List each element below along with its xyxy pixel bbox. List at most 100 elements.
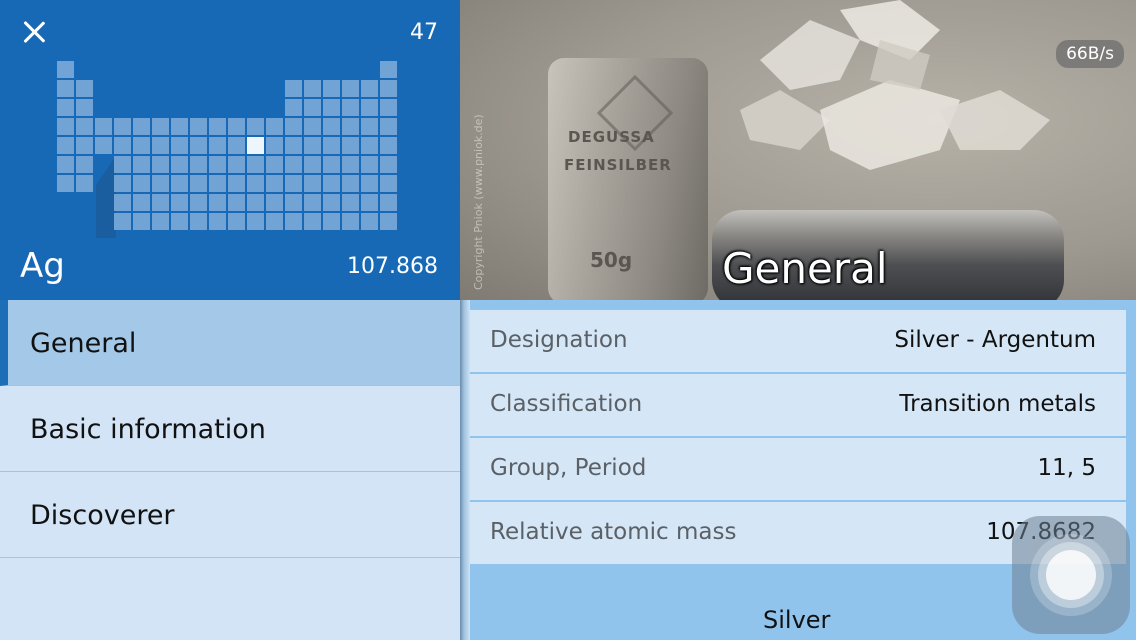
element-cell xyxy=(247,175,264,192)
element-photo: DEGUSSA FEINSILBER 50g Copyright Pniok (… xyxy=(460,0,1136,300)
element-cell xyxy=(380,80,397,97)
photo-copyright: Copyright Pniok (www.pniok.de) xyxy=(472,114,485,290)
element-cell xyxy=(323,194,340,211)
element-cell xyxy=(361,194,378,211)
element-header: 47 Ag 107.868 xyxy=(0,0,460,300)
detail-value: Transition metals xyxy=(899,391,1096,417)
element-cell xyxy=(133,213,150,230)
element-cell xyxy=(228,213,245,230)
element-name: Silver xyxy=(763,606,831,634)
element-cell xyxy=(209,194,226,211)
element-cell xyxy=(247,156,264,173)
element-cell xyxy=(190,118,207,135)
element-cell xyxy=(114,137,131,154)
detail-row-group-period: Group, Period 11, 5 xyxy=(470,438,1126,500)
element-cell xyxy=(285,99,302,116)
silver-crystals xyxy=(740,0,1050,170)
element-cell xyxy=(380,99,397,116)
close-icon[interactable] xyxy=(18,16,50,48)
element-cell xyxy=(285,137,302,154)
element-cell xyxy=(342,213,359,230)
element-cell xyxy=(171,194,188,211)
element-cell xyxy=(114,175,131,192)
element-cell xyxy=(171,137,188,154)
element-cell xyxy=(323,156,340,173)
atomic-weight: 107.868 xyxy=(347,254,438,279)
element-cell xyxy=(114,213,131,230)
element-cell xyxy=(342,118,359,135)
element-cell xyxy=(76,80,93,97)
element-cell xyxy=(133,118,150,135)
element-cell xyxy=(342,80,359,97)
element-cell xyxy=(228,118,245,135)
element-cell xyxy=(152,194,169,211)
element-cell xyxy=(171,156,188,173)
element-cell xyxy=(361,213,378,230)
element-cell xyxy=(190,137,207,154)
element-cell xyxy=(361,156,378,173)
detail-value: 11, 5 xyxy=(1037,455,1096,481)
menu-item-discoverer[interactable]: Discoverer xyxy=(0,472,460,558)
menu-item-label: Discoverer xyxy=(30,500,175,531)
element-cell xyxy=(342,156,359,173)
section-title: General xyxy=(722,244,888,293)
element-cell xyxy=(57,61,74,78)
menu-item-basic-information[interactable]: Basic information xyxy=(0,386,460,472)
element-cell xyxy=(209,137,226,154)
detail-label: Group, Period xyxy=(490,455,647,481)
element-cell xyxy=(114,156,131,173)
element-cell xyxy=(57,99,74,116)
element-cell xyxy=(209,213,226,230)
element-cell xyxy=(285,213,302,230)
element-cell xyxy=(152,156,169,173)
menu-item-general[interactable]: General xyxy=(0,300,460,386)
element-cell xyxy=(190,156,207,173)
detail-row-classification: Classification Transition metals xyxy=(470,374,1126,436)
element-cell xyxy=(57,175,74,192)
section-menu: General Basic information Discoverer xyxy=(0,300,460,640)
periodic-table-mini xyxy=(57,61,400,241)
element-cell xyxy=(380,118,397,135)
element-cell xyxy=(342,137,359,154)
element-cell xyxy=(285,156,302,173)
element-cell xyxy=(380,213,397,230)
element-cell xyxy=(304,175,321,192)
element-cell xyxy=(228,156,245,173)
element-cell xyxy=(228,175,245,192)
element-cell xyxy=(152,137,169,154)
element-cell xyxy=(114,194,131,211)
element-cell xyxy=(266,137,283,154)
detail-value: Silver - Argentum xyxy=(894,327,1096,353)
element-cell xyxy=(285,80,302,97)
element-cell xyxy=(152,213,169,230)
element-cell xyxy=(323,137,340,154)
element-cell xyxy=(342,194,359,211)
atomic-number: 47 xyxy=(410,20,438,45)
element-cell xyxy=(152,118,169,135)
element-cell xyxy=(323,99,340,116)
element-cell xyxy=(190,194,207,211)
element-cell xyxy=(323,118,340,135)
assistive-touch-dot xyxy=(1046,550,1096,600)
element-cell xyxy=(361,175,378,192)
element-cell xyxy=(76,156,93,173)
element-cell xyxy=(361,99,378,116)
network-speed-badge: 66B/s xyxy=(1056,40,1124,68)
element-cell xyxy=(133,137,150,154)
table-shadow xyxy=(96,156,116,238)
element-cell xyxy=(76,137,93,154)
detail-label: Classification xyxy=(490,391,643,417)
element-cell xyxy=(266,175,283,192)
assistive-touch-icon[interactable] xyxy=(1012,516,1130,634)
element-cell xyxy=(133,175,150,192)
element-cell xyxy=(133,194,150,211)
element-cell xyxy=(171,213,188,230)
element-cell xyxy=(285,194,302,211)
element-cell xyxy=(190,213,207,230)
element-cell xyxy=(209,175,226,192)
element-cell xyxy=(247,118,264,135)
element-cell xyxy=(285,118,302,135)
element-cell xyxy=(380,194,397,211)
element-cell xyxy=(380,61,397,78)
element-cell xyxy=(171,118,188,135)
